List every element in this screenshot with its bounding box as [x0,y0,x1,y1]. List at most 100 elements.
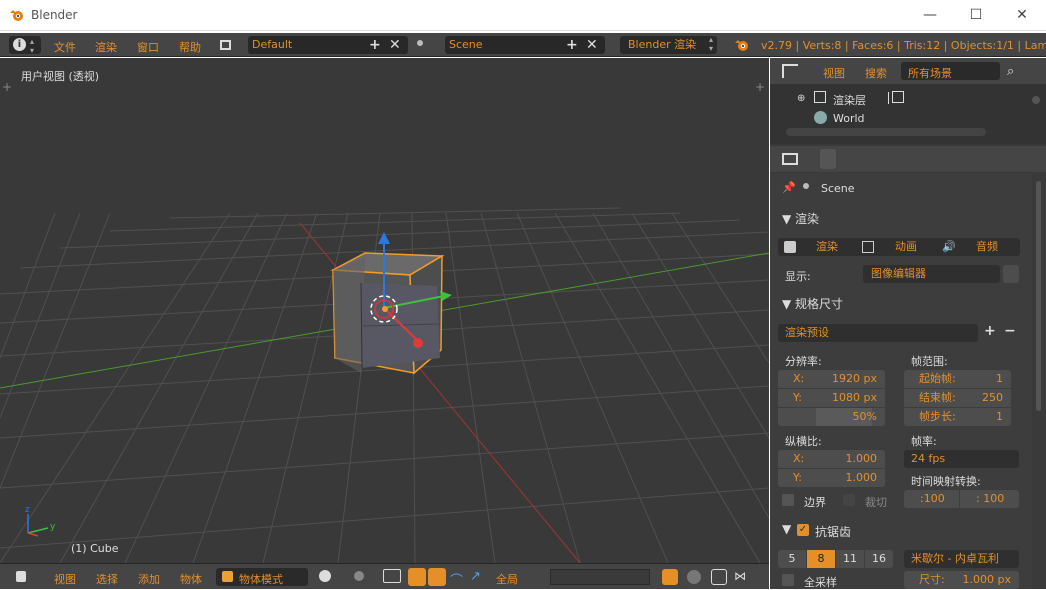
scene-name-field[interactable]: Scene [445,36,605,54]
aspect-x-field[interactable]: X: 1.000 [778,450,885,468]
panel-dimensions-title[interactable]: ▼ 规格尺寸 [782,295,843,312]
outliner-hscroll[interactable] [786,128,986,136]
frame-end-field[interactable]: 结束帧: 250 [904,389,1011,407]
editor-type-selector[interactable] [12,568,42,586]
search-icon[interactable]: ⌕ [1007,64,1014,79]
camera-icon [784,241,796,253]
translate-tool-icon[interactable] [408,568,426,586]
border-checkbox[interactable] [782,494,794,506]
snap-target-icon[interactable]: ⋈ [734,569,746,583]
shading-selector[interactable] [317,568,347,586]
outliner-filter-selector[interactable]: 所有场景 [901,62,1000,80]
audio-button[interactable]: 音频 [976,238,998,256]
add-scene-button[interactable]: + [566,36,578,54]
minimize-button[interactable]: — [921,6,939,24]
add-preset-button[interactable]: + [984,322,996,340]
close-button[interactable]: ✕ [1013,6,1031,24]
properties-editor-icon[interactable] [782,153,798,165]
aa-sample-5[interactable]: 5 [778,550,806,568]
panel-aa-title[interactable]: ▼ [782,522,791,536]
scroll-dot[interactable] [1032,96,1040,104]
render-preview-icon[interactable] [687,570,701,584]
add-layout-button[interactable]: + [369,36,381,54]
menu-view[interactable]: 视图 [54,571,76,587]
expand-toolbar-icon[interactable]: + [2,80,12,94]
outliner-item-renderlayers[interactable]: 渲染层 [833,92,866,108]
remap-new-field[interactable]: : 100 [960,490,1019,508]
frame-step-field[interactable]: 帧步长: 1 [904,408,1011,426]
aa-sample-16[interactable]: 16 [865,550,893,568]
properties-scrollbar[interactable] [1032,173,1046,589]
orientation-selector[interactable]: 全局 [490,568,546,586]
scrollbar-thumb[interactable] [1036,181,1041,411]
transform-orientation-icon[interactable]: ↗ [470,569,481,584]
aa-filter-selector[interactable]: 米歇尔 - 内卓瓦利 [904,550,1019,568]
outliner-item-world[interactable]: World [833,112,865,125]
lock-camera-icon[interactable] [662,569,678,585]
manipulator-toggle-icon[interactable] [383,569,401,583]
tab-render[interactable] [820,149,836,169]
pivot-icon[interactable] [354,571,364,581]
expand-properties-icon[interactable]: + [755,80,765,94]
remap-old-field[interactable]: :100 [904,490,959,508]
menu-file[interactable]: 文件 [54,39,76,55]
layout-name-field[interactable]: Default [248,36,408,54]
full-sample-checkbox[interactable] [782,574,794,586]
tab-constraints[interactable] [920,149,936,169]
mode-selector[interactable]: 物体模式 [216,568,308,586]
outliner-icon[interactable] [782,64,798,78]
tab-modifiers[interactable] [940,149,956,169]
tab-data[interactable] [960,149,976,169]
layer-buttons[interactable] [550,569,650,585]
expand-icon[interactable]: ⊕ [797,93,805,104]
tab-world[interactable] [880,149,896,169]
maximize-button[interactable]: ☐ [967,6,985,24]
menu-add[interactable]: 添加 [138,571,160,587]
aa-size-field[interactable]: 尺寸: 1.000 px [904,571,1019,589]
panel-render-title[interactable]: ▼ 渲染 [782,210,819,227]
layout-selector[interactable] [217,36,243,54]
resolution-x-field[interactable]: X: 1920 px [778,370,885,388]
menu-select[interactable]: 选择 [96,571,118,587]
crop-checkbox[interactable] [843,494,855,506]
remove-scene-button[interactable]: ✕ [586,36,598,54]
menu-object[interactable]: 物体 [180,571,202,587]
resolution-y-field[interactable]: Y: 1080 px [778,389,885,407]
aspect-y-field[interactable]: Y: 1.000 [778,469,885,487]
step-value: 1 [996,410,1003,423]
menu-help[interactable]: 帮助 [179,39,201,55]
render-engine-selector[interactable]: Blender 渲染 ▴ ▾ [620,35,717,54]
fps-selector[interactable]: 24 fps [904,450,1019,468]
blender-logo-icon[interactable] [734,38,750,52]
tab-scene[interactable] [860,149,876,169]
scale-tool-icon[interactable]: ⌒ [450,570,463,589]
display-selector[interactable]: 图像编辑器 [863,265,1000,283]
editor-type-selector[interactable]: i ▴ ▾ [9,36,41,55]
remove-preset-button[interactable]: − [1004,322,1016,340]
frame-start-field[interactable]: 起始帧: 1 [904,370,1011,388]
tab-texture[interactable] [1000,149,1016,169]
aa-sample-8[interactable]: 8 [807,550,835,568]
animation-button[interactable]: 动画 [895,238,917,256]
outliner-menu-search[interactable]: 搜索 [865,65,887,81]
tab-material[interactable] [980,149,996,169]
pin-icon[interactable]: 📌 [782,181,796,194]
scene-selector[interactable] [415,36,439,54]
tab-object[interactable] [900,149,916,169]
rotate-tool-icon[interactable] [428,568,446,586]
snap-icon[interactable] [711,569,727,585]
render-preset-selector[interactable]: 渲染预设 [778,324,978,342]
menu-window[interactable]: 窗口 [137,39,159,55]
tab-physics[interactable] [1020,149,1036,169]
remove-layout-button[interactable]: ✕ [389,36,401,54]
aa-sample-11[interactable]: 11 [836,550,864,568]
aa-sample-5-label: 5 [788,552,796,565]
3d-viewport[interactable]: z y + + 用户视图 (透视) (1) Cube [0,58,769,563]
aa-checkbox[interactable]: ✓ [797,524,809,536]
tab-render-layers[interactable] [840,149,856,169]
render-button[interactable]: 渲染 [816,238,838,256]
menu-render[interactable]: 渲染 [95,39,117,55]
resolution-percent-field[interactable]: 50% [778,408,885,426]
lock-interface-icon[interactable] [1003,265,1019,283]
outliner-menu-view[interactable]: 视图 [823,65,845,81]
